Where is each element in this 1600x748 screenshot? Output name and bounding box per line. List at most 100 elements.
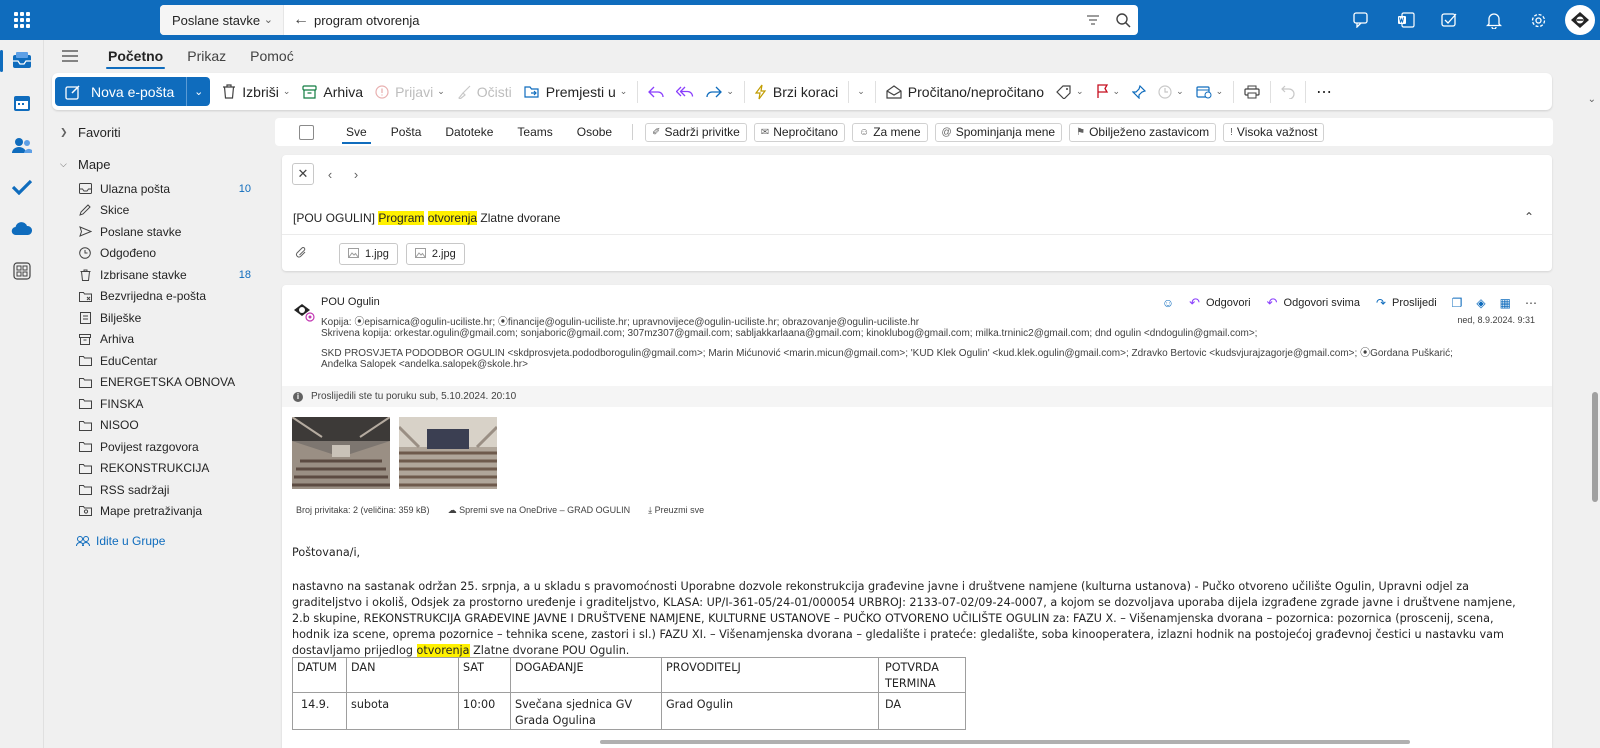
filter-tab-all[interactable]: Sve [334, 118, 379, 146]
chevron-down-icon[interactable]: ⌄ [1076, 86, 1084, 97]
folder-archive[interactable]: Arhiva [52, 329, 267, 351]
filter-mentions-me[interactable]: @ Spominjanja mene [934, 122, 1063, 142]
tab-view[interactable]: Prikaz [175, 40, 238, 72]
scrollbar-thumb[interactable] [1592, 392, 1598, 502]
onedrive-app-icon[interactable] [0, 208, 44, 250]
sender-name[interactable]: POU Ogulin [321, 296, 380, 308]
horizontal-scrollbar[interactable] [600, 740, 1410, 744]
filter-tab-files[interactable]: Datoteke [433, 118, 505, 146]
select-all-checkbox[interactable] [299, 124, 314, 140]
rules-icon[interactable]: ❐ [1447, 296, 1468, 310]
sweep-button[interactable]: Očisti [451, 77, 518, 106]
chevron-down-icon[interactable]: ⌄ [1176, 86, 1184, 97]
filter-tab-mail[interactable]: Pošta [379, 118, 434, 146]
folder-rekonstrukcija[interactable]: REKONSTRUKCIJA [52, 458, 267, 480]
folder-junk[interactable]: Bezvrijedna e-pošta [52, 286, 267, 308]
categorize-button[interactable]: ⌄ [1050, 77, 1090, 106]
chevron-down-icon[interactable]: ⌄ [283, 86, 291, 97]
filter-unread[interactable]: ✉ Nepročitano [753, 122, 845, 142]
reply-all-toolbar-button[interactable] [670, 77, 700, 106]
print-button[interactable] [1238, 77, 1266, 106]
archive-button[interactable]: Arhiva [296, 77, 369, 106]
chevron-down-icon[interactable]: ⌄ [437, 86, 445, 97]
bell-icon[interactable] [1472, 0, 1516, 40]
search-input[interactable]: program otvorenja [314, 13, 1078, 28]
word-icon[interactable] [1384, 0, 1428, 40]
emoji-icon[interactable]: ☺ [1157, 296, 1179, 310]
download-all-link[interactable]: ⤓ Preuzmi sve [648, 505, 704, 516]
search-scope-dropdown[interactable]: Poslane stavke ⌄ [160, 5, 284, 35]
folder-inbox[interactable]: Ulazna pošta 10 [52, 178, 267, 200]
read-unread-button[interactable]: Pročitano/nepročitano [880, 77, 1050, 106]
filter-has-attachments[interactable]: ✐ Sadrži privitke [645, 122, 747, 142]
chevron-down-icon[interactable]: ⌄ [620, 86, 628, 97]
chevron-down-icon[interactable]: ⌄ [726, 86, 734, 97]
previous-icon[interactable]: ‹ [320, 167, 340, 182]
people-app-icon[interactable] [0, 124, 44, 166]
back-arrow-icon[interactable]: ← [288, 11, 314, 29]
filter-tab-teams[interactable]: Teams [505, 118, 564, 146]
settings-icon[interactable] [1516, 0, 1560, 40]
search-icon[interactable] [1108, 5, 1138, 35]
flag-button[interactable]: ⌄ [1090, 77, 1127, 106]
save-to-onedrive-link[interactable]: ☁︎ Spremi sve na OneDrive – GRAD OGULIN [448, 505, 631, 516]
attachment-chip[interactable]: 1.jpg [339, 243, 398, 265]
forward-toolbar-button[interactable]: ⌄ [700, 77, 740, 106]
close-icon[interactable]: ✕ [292, 163, 314, 185]
attachment-chip[interactable]: 2.jpg [405, 243, 465, 265]
folder-conversation-history[interactable]: Povijest razgovora [52, 436, 267, 458]
folders-section[interactable]: ⌵ Mape [52, 150, 267, 178]
loop-icon[interactable]: ◈ [1471, 296, 1490, 310]
quick-steps-button[interactable]: Brzi koraci ⌄ [749, 77, 871, 106]
delete-button[interactable]: Izbriši ⌄ [216, 77, 296, 106]
more-apps-icon[interactable] [0, 250, 44, 292]
filter-flagged[interactable]: ⚑ Obilježeno zastavicom [1069, 122, 1217, 142]
rules-button[interactable]: ⌄ [1190, 77, 1230, 106]
folder-snoozed[interactable]: Odgođeno [52, 243, 267, 265]
vertical-scrollbar[interactable] [1590, 96, 1600, 748]
chevron-down-icon[interactable]: ⌄ [1216, 86, 1224, 97]
app-launcher-icon[interactable] [0, 0, 44, 40]
favorites-section[interactable]: ❯ Favoriti [52, 118, 267, 146]
filter-icon[interactable] [1078, 13, 1108, 28]
report-button[interactable]: Prijavi ⌄ [369, 77, 451, 106]
snooze-button[interactable]: ⌄ [1152, 77, 1190, 106]
todo-app-icon[interactable] [0, 166, 44, 208]
folder-drafts[interactable]: Skice [52, 200, 267, 222]
folder-sent[interactable]: Poslane stavke [52, 221, 267, 243]
more-options-button[interactable]: ⋯ [1310, 77, 1339, 106]
reply-toolbar-button[interactable] [642, 77, 670, 106]
mail-app-icon[interactable] [0, 40, 44, 82]
search-box[interactable]: Poslane stavke ⌄ ← program otvorenja [160, 5, 1138, 35]
new-mail-dropdown[interactable]: ⌄ [186, 77, 211, 106]
filter-tab-people[interactable]: Osobe [565, 118, 624, 146]
folder-finska[interactable]: FINSKA [52, 393, 267, 415]
forward-button[interactable]: ↷ Proslijedi [1370, 296, 1443, 310]
attachment-thumbnail-2[interactable] [399, 417, 497, 489]
folder-deleted[interactable]: Izbrisane stavke 18 [52, 264, 267, 286]
chevron-down-icon[interactable]: ⌄ [1113, 86, 1121, 97]
move-button[interactable]: Premjesti u ⌄ [518, 77, 634, 106]
folder-energetska-obnova[interactable]: ENERGETSKA OBNOVA [52, 372, 267, 394]
apps-icon[interactable]: ▦ [1495, 296, 1516, 310]
attachment-thumbnail-1[interactable] [292, 417, 390, 489]
goto-groups-link[interactable]: Idite u Grupe [52, 534, 267, 548]
filter-to-me[interactable]: ☺ Za mene [851, 122, 928, 142]
chevron-down-icon[interactable]: ⌄ [857, 86, 865, 97]
chevron-up-icon[interactable]: ⌃ [1524, 210, 1534, 224]
folder-nisoo[interactable]: NISOO [52, 415, 267, 437]
filter-high-importance[interactable]: ! Visoka važnost [1223, 122, 1325, 142]
folder-rss[interactable]: RSS sadržaji [52, 479, 267, 501]
todo-icon[interactable] [1428, 0, 1472, 40]
ellipsis-icon[interactable]: ⋯ [1520, 296, 1542, 310]
avatar[interactable] [1565, 5, 1595, 35]
next-icon[interactable]: › [346, 167, 366, 182]
tab-help[interactable]: Pomoć [238, 40, 306, 72]
undo-button[interactable] [1275, 77, 1301, 106]
reply-button[interactable]: ↶ Odgovori [1183, 295, 1257, 311]
folder-notes[interactable]: Bilješke [52, 307, 267, 329]
hamburger-icon[interactable] [44, 50, 96, 62]
tab-home[interactable]: Početno [96, 40, 175, 72]
new-mail-button[interactable]: Nova e-pošta [55, 77, 187, 106]
pin-button[interactable] [1126, 77, 1152, 106]
